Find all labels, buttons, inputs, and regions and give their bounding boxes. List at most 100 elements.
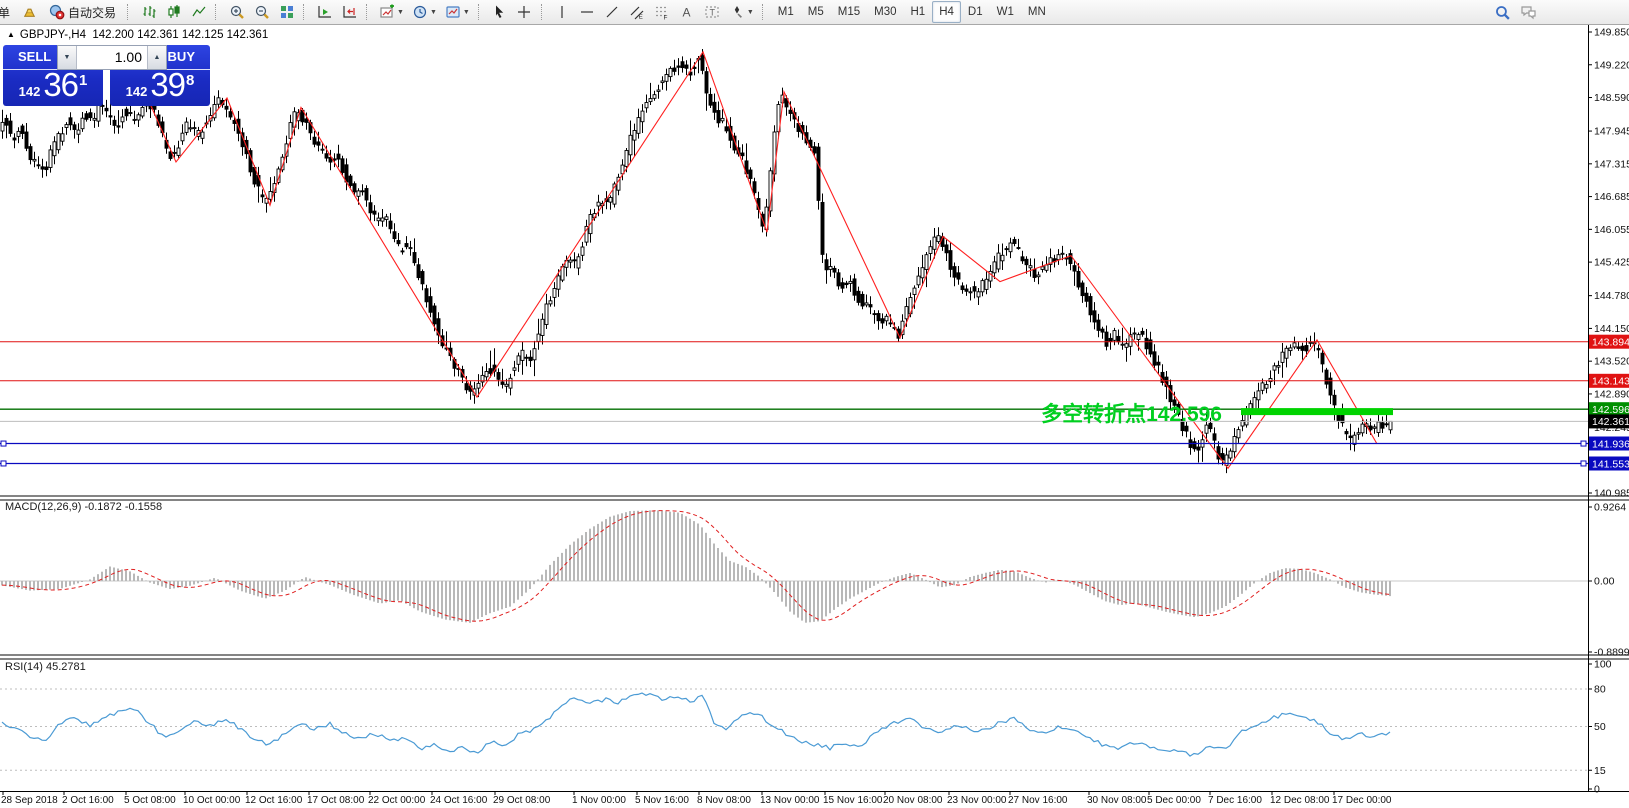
search-icon[interactable]	[1491, 2, 1514, 22]
svg-text:140.985: 140.985	[1594, 488, 1629, 500]
svg-text:149.850: 149.850	[1594, 27, 1629, 39]
svg-text:144.780: 144.780	[1594, 290, 1629, 302]
toolbar-separator	[761, 4, 767, 20]
svg-text:149.220: 149.220	[1594, 59, 1629, 71]
svg-text:E: E	[639, 14, 644, 21]
time-label: 12 Dec 08:00	[1270, 795, 1330, 806]
text-label-button[interactable]: T	[701, 2, 724, 22]
pivot-annotation-text[interactable]: 多空转折点142.596	[1008, 398, 1222, 428]
fibonacci-button[interactable]: F	[651, 2, 674, 22]
timeframe-button-h1[interactable]: H1	[904, 1, 933, 23]
svg-text:141.936: 141.936	[1592, 438, 1629, 450]
time-label: 23 Nov 00:00	[947, 795, 1007, 806]
timeframe-button-m5[interactable]: M5	[801, 1, 831, 23]
volume-input[interactable]: 1.00	[77, 46, 147, 69]
svg-text:142.890: 142.890	[1594, 388, 1629, 400]
cursor-button[interactable]	[488, 2, 511, 22]
timeframe-button-m30[interactable]: M30	[867, 1, 903, 23]
svg-text:147.315: 147.315	[1594, 158, 1629, 170]
toolbar-separator	[366, 4, 371, 20]
svg-text:142.361: 142.361	[1592, 416, 1629, 428]
time-label: 5 Dec 00:00	[1147, 795, 1201, 806]
pivot-trend-segment[interactable]	[1241, 408, 1393, 416]
timeframe-button-w1[interactable]: W1	[990, 1, 1021, 23]
svg-text:15: 15	[1594, 765, 1606, 777]
trendline-button[interactable]	[601, 2, 624, 22]
dropdown-caret-icon: ▼	[462, 8, 470, 16]
timeframe-button-h4[interactable]: H4	[932, 1, 961, 23]
time-label: 2 Oct 16:00	[62, 795, 114, 806]
bar-chart-button[interactable]	[137, 2, 160, 22]
toolbar-separator	[477, 4, 483, 20]
time-label: 1 Nov 00:00	[572, 795, 626, 806]
new-order-button[interactable]: 单	[0, 2, 16, 22]
svg-text:100: 100	[1594, 659, 1612, 671]
equidistant-channel-button[interactable]: E	[626, 2, 649, 22]
toolbar-separator	[215, 4, 220, 20]
line-drag-handle-left	[0, 440, 7, 447]
chat-icon[interactable]	[1516, 2, 1540, 22]
buy-price: 142 39 8	[125, 66, 195, 103]
vertical-line-button[interactable]	[551, 2, 574, 22]
time-label: 27 Nov 16:00	[1008, 795, 1068, 806]
time-label: 5 Nov 16:00	[635, 795, 689, 806]
line-drag-handle-left	[0, 460, 7, 467]
time-label: 5 Oct 08:00	[124, 795, 176, 806]
svg-text:144.150: 144.150	[1594, 323, 1629, 335]
line-chart-button[interactable]	[187, 2, 210, 22]
templates-dropdown-button[interactable]: ▼	[442, 2, 473, 22]
indicators-dropdown-button[interactable]: ▼	[376, 2, 407, 22]
volume-decrease-button[interactable]: ▼	[58, 46, 77, 69]
svg-text:0.9264: 0.9264	[1594, 502, 1626, 514]
crosshair-button[interactable]	[513, 2, 536, 22]
rsi-indicator-label: RSI(14) 45.2781	[5, 661, 86, 673]
timeframe-button-mn[interactable]: MN	[1021, 1, 1053, 23]
symbol-period-label: GBPJPY-,H4	[19, 29, 86, 41]
time-label: 28 Sep 2018	[1, 795, 58, 806]
arrows-dropdown-button[interactable]: ▼	[726, 2, 757, 22]
candlestick-chart-button[interactable]	[162, 2, 185, 22]
tile-windows-button[interactable]	[275, 2, 298, 22]
line-drag-handle-right	[1580, 460, 1587, 467]
svg-text:147.945: 147.945	[1594, 126, 1629, 138]
autotrading-button[interactable]: 自动交易	[43, 2, 122, 22]
svg-text:145.425: 145.425	[1594, 257, 1629, 269]
time-label: 24 Oct 16:00	[430, 795, 488, 806]
time-label: 7 Dec 16:00	[1208, 795, 1262, 806]
svg-text:0: 0	[1594, 784, 1600, 796]
quote-bar: ▲ GBPJPY-,H4 142.200 142.361 142.125 142.…	[7, 29, 268, 41]
time-label: 17 Dec 00:00	[1332, 795, 1392, 806]
dropdown-caret-icon: ▼	[746, 8, 754, 16]
price-chart-canvas[interactable]: 149.850 149.220 148.590 147.945 147.315 146.6…	[0, 0, 1629, 808]
toolbar-separator	[303, 4, 308, 20]
zoom-out-button[interactable]	[250, 2, 273, 22]
horizontal-line-button[interactable]	[576, 2, 599, 22]
toolbar-separator	[540, 4, 546, 20]
collapse-panel-icon[interactable]: ▲	[7, 30, 15, 39]
svg-text:146.685: 146.685	[1594, 191, 1629, 203]
svg-text:A: A	[683, 6, 691, 20]
timeframe-button-d1[interactable]: D1	[961, 1, 990, 23]
svg-text:142.596: 142.596	[1592, 404, 1629, 416]
gold-bar-button[interactable]	[18, 2, 41, 22]
periods-dropdown-button[interactable]: ▼	[409, 2, 440, 22]
timeframe-button-m1[interactable]: M1	[771, 1, 801, 23]
timeframe-button-m15[interactable]: M15	[831, 1, 867, 23]
time-label: 15 Nov 16:00	[823, 795, 883, 806]
ohlc-readout: 142.200 142.361 142.125 142.361	[92, 29, 269, 41]
svg-text:T: T	[710, 8, 716, 18]
text-button[interactable]: A	[676, 2, 699, 22]
zoom-in-button[interactable]	[225, 2, 248, 22]
time-label: 17 Oct 08:00	[307, 795, 365, 806]
time-label: 8 Nov 08:00	[697, 795, 751, 806]
volume-increase-button[interactable]: ▲	[147, 46, 166, 69]
chart-window: 149.850 149.220 148.590 147.945 147.315 146.6…	[0, 0, 1629, 808]
svg-text:143.520: 143.520	[1594, 356, 1629, 368]
time-label: 20 Nov 08:00	[883, 795, 943, 806]
time-label: 13 Nov 00:00	[760, 795, 820, 806]
main-toolbar: 单 自动交易 ▼ ▼ ▼ E F A T ▼ M1M5M15M30H1H4D1W1MN	[0, 0, 1629, 25]
chart-shift-button[interactable]	[338, 2, 361, 22]
new-order-label: 单	[0, 4, 10, 21]
svg-text:0.00: 0.00	[1594, 576, 1615, 588]
auto-scroll-button[interactable]	[313, 2, 336, 22]
